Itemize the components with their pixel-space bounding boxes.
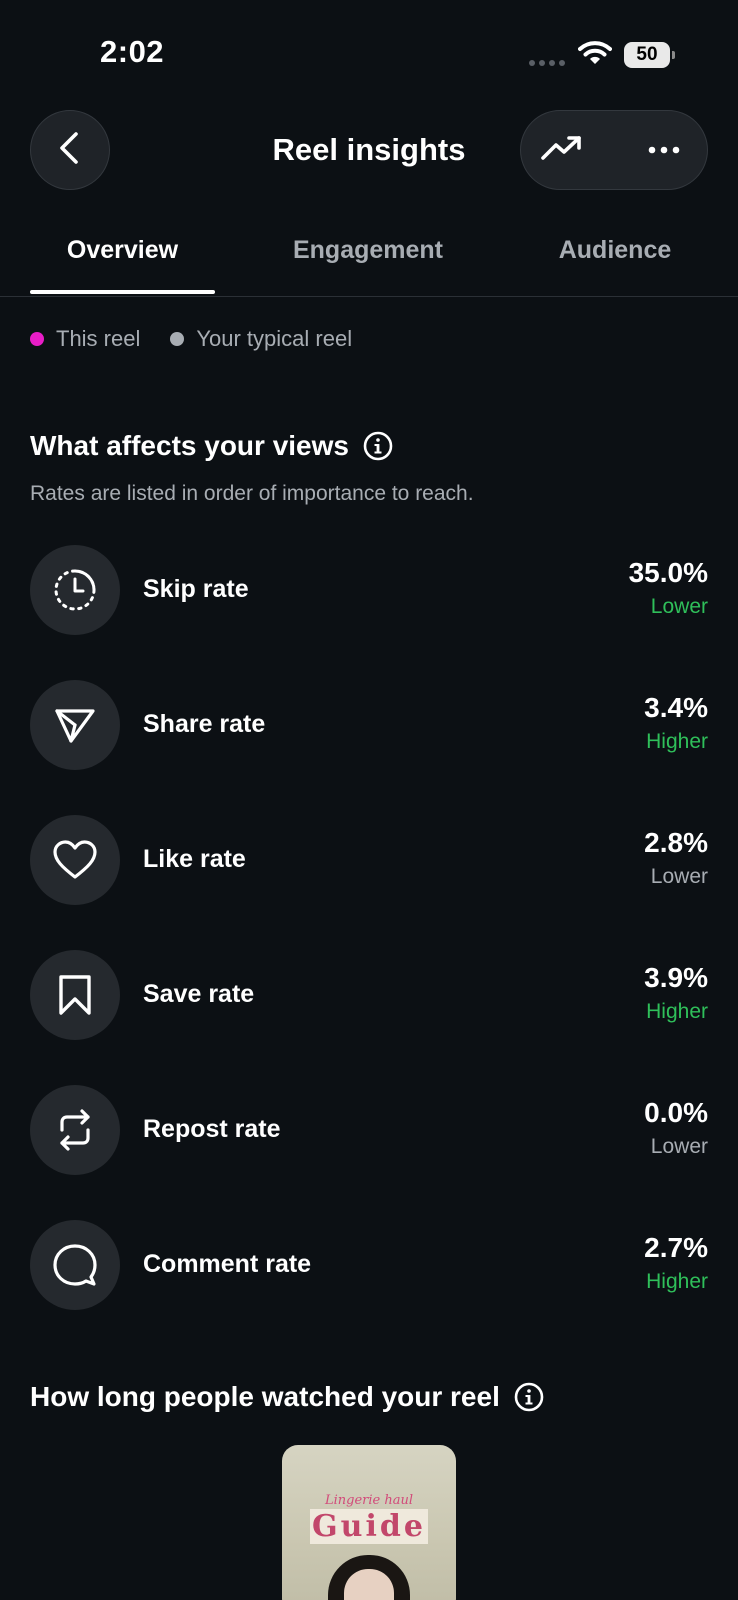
battery-icon: 50 bbox=[624, 42, 675, 68]
metric-comparison: Higher bbox=[646, 1000, 708, 1023]
metric-row-share-rate[interactable]: Share rate 3.4% Higher bbox=[30, 680, 708, 770]
more-horizontal-icon bbox=[648, 141, 680, 159]
thumbnail-title: Guide bbox=[282, 1509, 456, 1544]
legend-this-reel: This reel bbox=[30, 326, 140, 352]
legend: This reel Your typical reel bbox=[30, 326, 382, 352]
tab-bar: Overview Engagement Audience bbox=[0, 222, 738, 297]
section-title-text: How long people watched your reel bbox=[30, 1381, 500, 1412]
section-title-views: What affects your views bbox=[30, 430, 393, 462]
active-tab-indicator bbox=[30, 290, 215, 294]
metric-label: Skip rate bbox=[143, 575, 249, 603]
battery-level: 50 bbox=[624, 42, 670, 68]
metric-value: 3.9% bbox=[644, 962, 708, 993]
comment-icon bbox=[30, 1220, 120, 1310]
section-subtitle: Rates are listed in order of importance … bbox=[30, 482, 474, 505]
info-icon[interactable] bbox=[514, 1382, 544, 1412]
reel-insights-screen: 2:02 50 Reel insights Overview Engagemen… bbox=[0, 0, 738, 1600]
metric-comparison: Higher bbox=[646, 1270, 708, 1293]
metric-label: Repost rate bbox=[143, 1115, 281, 1143]
legend-dot-this-reel bbox=[30, 332, 44, 346]
heart-icon bbox=[30, 815, 120, 905]
legend-label: Your typical reel bbox=[196, 326, 353, 351]
section-title-watch-time: How long people watched your reel bbox=[30, 1381, 544, 1413]
trending-up-button[interactable] bbox=[539, 129, 585, 171]
metric-row-save-rate[interactable]: Save rate 3.9% Higher bbox=[30, 950, 708, 1040]
metric-row-like-rate[interactable]: Like rate 2.8% Lower bbox=[30, 815, 708, 905]
wifi-icon bbox=[578, 40, 612, 71]
metric-comparison: Lower bbox=[650, 865, 708, 888]
status-time: 2:02 bbox=[100, 34, 165, 69]
metric-row-comment-rate[interactable]: Comment rate 2.7% Higher bbox=[30, 1220, 708, 1310]
metric-comparison: Lower bbox=[650, 1135, 708, 1158]
reel-thumbnail[interactable]: Lingerie haul Guide bbox=[282, 1445, 456, 1600]
thumbnail-caption: Lingerie haul bbox=[324, 1493, 414, 1508]
cellular-signal-icon bbox=[529, 60, 565, 66]
metric-row-skip-rate[interactable]: Skip rate 35.0% Lower bbox=[30, 545, 708, 635]
metric-value: 0.0% bbox=[644, 1097, 708, 1128]
legend-label: This reel bbox=[56, 326, 141, 351]
thumbnail-title-text: Guide bbox=[310, 1509, 428, 1544]
metric-comparison: Lower bbox=[650, 595, 708, 618]
tab-audience[interactable]: Audience bbox=[540, 236, 690, 265]
skip-clock-icon bbox=[30, 545, 120, 635]
metric-value: 2.8% bbox=[644, 827, 708, 858]
metric-value: 3.4% bbox=[644, 692, 708, 723]
header-actions bbox=[520, 110, 708, 190]
metric-value: 2.7% bbox=[644, 1232, 708, 1263]
legend-typical-reel: Your typical reel bbox=[170, 326, 352, 352]
legend-dot-typical-reel bbox=[170, 332, 185, 346]
status-bar: 2:02 50 bbox=[0, 0, 738, 100]
metric-value: 35.0% bbox=[628, 557, 708, 588]
metric-label: Like rate bbox=[143, 845, 246, 873]
send-icon bbox=[30, 680, 120, 770]
info-icon[interactable] bbox=[363, 431, 393, 461]
tab-engagement[interactable]: Engagement bbox=[268, 236, 468, 265]
trending-up-icon bbox=[540, 134, 584, 167]
bookmark-icon bbox=[30, 950, 120, 1040]
metric-comparison: Higher bbox=[646, 730, 708, 753]
metric-row-repost-rate[interactable]: Repost rate 0.0% Lower bbox=[30, 1085, 708, 1175]
section-title-text: What affects your views bbox=[30, 430, 349, 461]
repost-icon bbox=[30, 1085, 120, 1175]
metric-label: Save rate bbox=[143, 980, 255, 1008]
more-options-button[interactable] bbox=[639, 129, 689, 171]
tab-overview[interactable]: Overview bbox=[30, 236, 215, 265]
metric-label: Share rate bbox=[143, 710, 266, 738]
metric-label: Comment rate bbox=[143, 1250, 312, 1278]
